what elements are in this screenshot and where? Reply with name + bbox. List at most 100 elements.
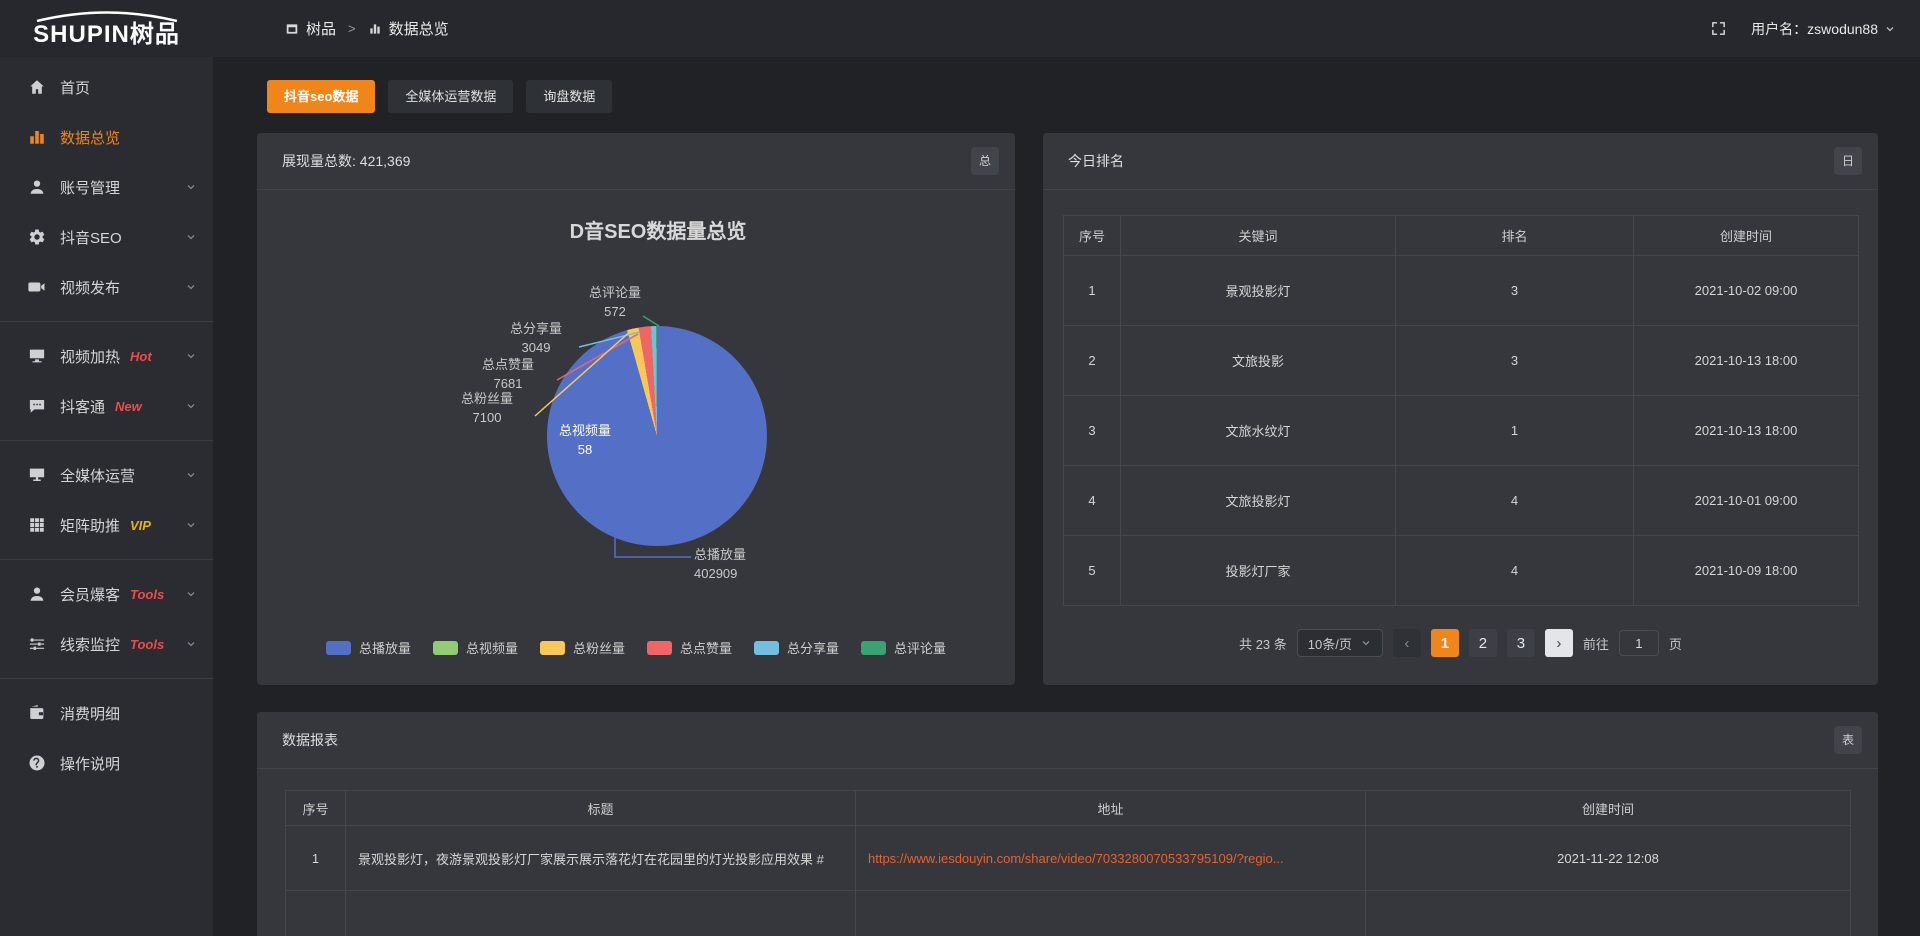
tab-media-operation-data[interactable]: 全媒体运营数据 bbox=[388, 80, 513, 113]
table-cell bbox=[856, 891, 1366, 936]
column-header: 创建时间 bbox=[1634, 216, 1859, 256]
sidebar-item-label: 矩阵助推 bbox=[60, 515, 120, 536]
table-cell bbox=[1366, 891, 1851, 936]
index-cell: 1 bbox=[286, 826, 346, 891]
breadcrumb-home[interactable]: 树品 bbox=[285, 18, 336, 39]
sidebar-item-label: 视频加热 bbox=[60, 346, 120, 367]
column-header: 关键词 bbox=[1121, 216, 1396, 256]
table-cell: 文旅水纹灯 bbox=[1121, 396, 1396, 466]
table-row: 5投影灯厂家42021-10-09 18:00 bbox=[1064, 536, 1859, 606]
chevron-down-icon bbox=[185, 519, 197, 531]
sidebar-item-home[interactable]: 首页 bbox=[0, 62, 213, 112]
next-page-button[interactable]: › bbox=[1545, 629, 1573, 657]
legend-item[interactable]: 总点赞量 bbox=[647, 638, 732, 657]
table-row bbox=[286, 891, 1851, 936]
sidebar-item-label: 数据总览 bbox=[60, 127, 120, 148]
user-menu[interactable]: 用户名：zswodun88 bbox=[1751, 19, 1896, 39]
ranking-panel-header: 今日排名 bbox=[1043, 133, 1878, 190]
chevron-down-icon bbox=[185, 400, 197, 412]
sidebar-item-account-management[interactable]: 账号管理 bbox=[0, 162, 213, 212]
goto-page-input[interactable] bbox=[1619, 630, 1659, 656]
sidebar-item-label: 消费明细 bbox=[60, 703, 120, 724]
sidebar-item-douketong[interactable]: 抖客通 New bbox=[0, 381, 213, 431]
sidebar-item-label: 首页 bbox=[60, 77, 90, 98]
daily-badge[interactable]: 日 bbox=[1834, 147, 1862, 175]
chart-title: D音SEO数据量总览 bbox=[570, 215, 747, 244]
legend-item[interactable]: 总评论量 bbox=[861, 638, 946, 657]
tab-douyin-seo-data[interactable]: 抖音seo数据 bbox=[267, 80, 375, 113]
page-button-3[interactable]: 3 bbox=[1507, 629, 1535, 657]
prev-page-button[interactable]: ‹ bbox=[1393, 629, 1421, 657]
legend-item[interactable]: 总播放量 bbox=[326, 638, 411, 657]
video-link[interactable]: https://www.iesdouyin.com/share/video/70… bbox=[868, 851, 1284, 866]
column-header: 地址 bbox=[856, 791, 1366, 826]
table-cell: 4 bbox=[1064, 466, 1121, 536]
fullscreen-icon[interactable] bbox=[1710, 20, 1727, 37]
legend-swatch bbox=[326, 641, 351, 655]
table-cell bbox=[286, 891, 346, 936]
legend-item[interactable]: 总视频量 bbox=[433, 638, 518, 657]
sidebar-item-douyin-seo[interactable]: 抖音SEO bbox=[0, 212, 213, 262]
breadcrumb-separator: > bbox=[348, 21, 356, 36]
pie-label-likes: 总点赞量7681 bbox=[453, 355, 563, 393]
sidebar-item-instructions[interactable]: 操作说明 bbox=[0, 738, 213, 788]
sidebar-item-badge: New bbox=[115, 399, 142, 414]
home-icon bbox=[28, 78, 46, 96]
sidebar-item-label: 抖客通 bbox=[60, 396, 105, 417]
page-button-2[interactable]: 2 bbox=[1469, 629, 1497, 657]
table-cell: 文旅投影 bbox=[1121, 326, 1396, 396]
table-row: 3文旅水纹灯12021-10-13 18:00 bbox=[1064, 396, 1859, 466]
sidebar-divider bbox=[0, 440, 213, 441]
sidebar-item-media-operation[interactable]: 全媒体运营 bbox=[0, 450, 213, 500]
sidebar-item-data-overview[interactable]: 数据总览 bbox=[0, 112, 213, 162]
total-badge[interactable]: 总 bbox=[971, 147, 999, 175]
pagination-total: 共 23 条 bbox=[1239, 634, 1287, 653]
breadcrumb-current[interactable]: 数据总览 bbox=[368, 18, 449, 39]
ranking-panel: 今日排名 日 序号关键词排名创建时间1景观投影灯32021-10-02 09:0… bbox=[1043, 133, 1878, 685]
legend-swatch bbox=[647, 641, 672, 655]
table-cell: 3 bbox=[1064, 396, 1121, 466]
sidebar: 首页数据总览账号管理抖音SEO视频发布视频加热Hot抖客通New全媒体运营矩阵助… bbox=[0, 57, 213, 936]
chevron-down-icon bbox=[1360, 637, 1372, 649]
sidebar-item-member-burst[interactable]: 会员爆客Tools bbox=[0, 569, 213, 619]
page-size-select[interactable]: 10条/页 bbox=[1297, 629, 1383, 657]
sidebar-item-label: 账号管理 bbox=[60, 177, 120, 198]
title-cell: 景观投影灯，夜游景观投影灯厂家展示展示落花灯在花园里的灯光投影应用效果 # bbox=[346, 826, 856, 891]
sidebar-item-label: 操作说明 bbox=[60, 753, 120, 774]
logo[interactable]: SHUPIN树品 bbox=[0, 11, 213, 47]
chevron-down-icon bbox=[185, 181, 197, 193]
sidebar-item-clue-monitor[interactable]: 线索监控Tools bbox=[0, 619, 213, 669]
legend-swatch bbox=[861, 641, 886, 655]
sidebar-divider bbox=[0, 559, 213, 560]
report-table: 序号标题地址创建时间1景观投影灯，夜游景观投影灯厂家展示展示落花灯在花园里的灯光… bbox=[285, 790, 1851, 936]
logo-text: SHUPIN树品 bbox=[33, 23, 180, 47]
top-header: SHUPIN树品 树品 > 数据总览 用户名：zswodun88 bbox=[0, 0, 1920, 57]
pie-label-plays: 总播放量402909 bbox=[694, 545, 804, 583]
table-cell: 2021-10-13 18:00 bbox=[1634, 396, 1859, 466]
tab-inquiry-data[interactable]: 询盘数据 bbox=[526, 80, 612, 113]
breadcrumb: 树品 > 数据总览 bbox=[285, 18, 449, 39]
chat-icon bbox=[28, 397, 46, 415]
report-title: 数据报表 bbox=[282, 732, 338, 748]
page-button-1[interactable]: 1 bbox=[1431, 629, 1459, 657]
table-header-row: 序号关键词排名创建时间 bbox=[1064, 216, 1859, 256]
gear-icon bbox=[28, 228, 46, 246]
table-cell: 5 bbox=[1064, 536, 1121, 606]
table-badge[interactable]: 表 bbox=[1834, 726, 1862, 754]
legend-item[interactable]: 总分享量 bbox=[754, 638, 839, 657]
legend-label: 总视频量 bbox=[466, 638, 518, 657]
sidebar-item-consumption-detail[interactable]: 消费明细 bbox=[0, 688, 213, 738]
pie-label-shares: 总分享量3049 bbox=[481, 319, 591, 357]
table-cell: 1 bbox=[1396, 396, 1634, 466]
monitor-icon bbox=[28, 466, 46, 484]
sidebar-item-video-publish[interactable]: 视频发布 bbox=[0, 262, 213, 312]
chevron-down-icon bbox=[185, 588, 197, 600]
sidebar-item-matrix-boost[interactable]: 矩阵助推VIP bbox=[0, 500, 213, 550]
app-window-icon bbox=[285, 22, 299, 36]
report-panel-header: 数据报表 bbox=[257, 712, 1878, 769]
table-cell: 4 bbox=[1396, 466, 1634, 536]
chevron-down-icon bbox=[185, 350, 197, 362]
table-cell: 文旅投影灯 bbox=[1121, 466, 1396, 536]
legend-item[interactable]: 总粉丝量 bbox=[540, 638, 625, 657]
sidebar-item-video-heat[interactable]: 视频加热Hot bbox=[0, 331, 213, 381]
